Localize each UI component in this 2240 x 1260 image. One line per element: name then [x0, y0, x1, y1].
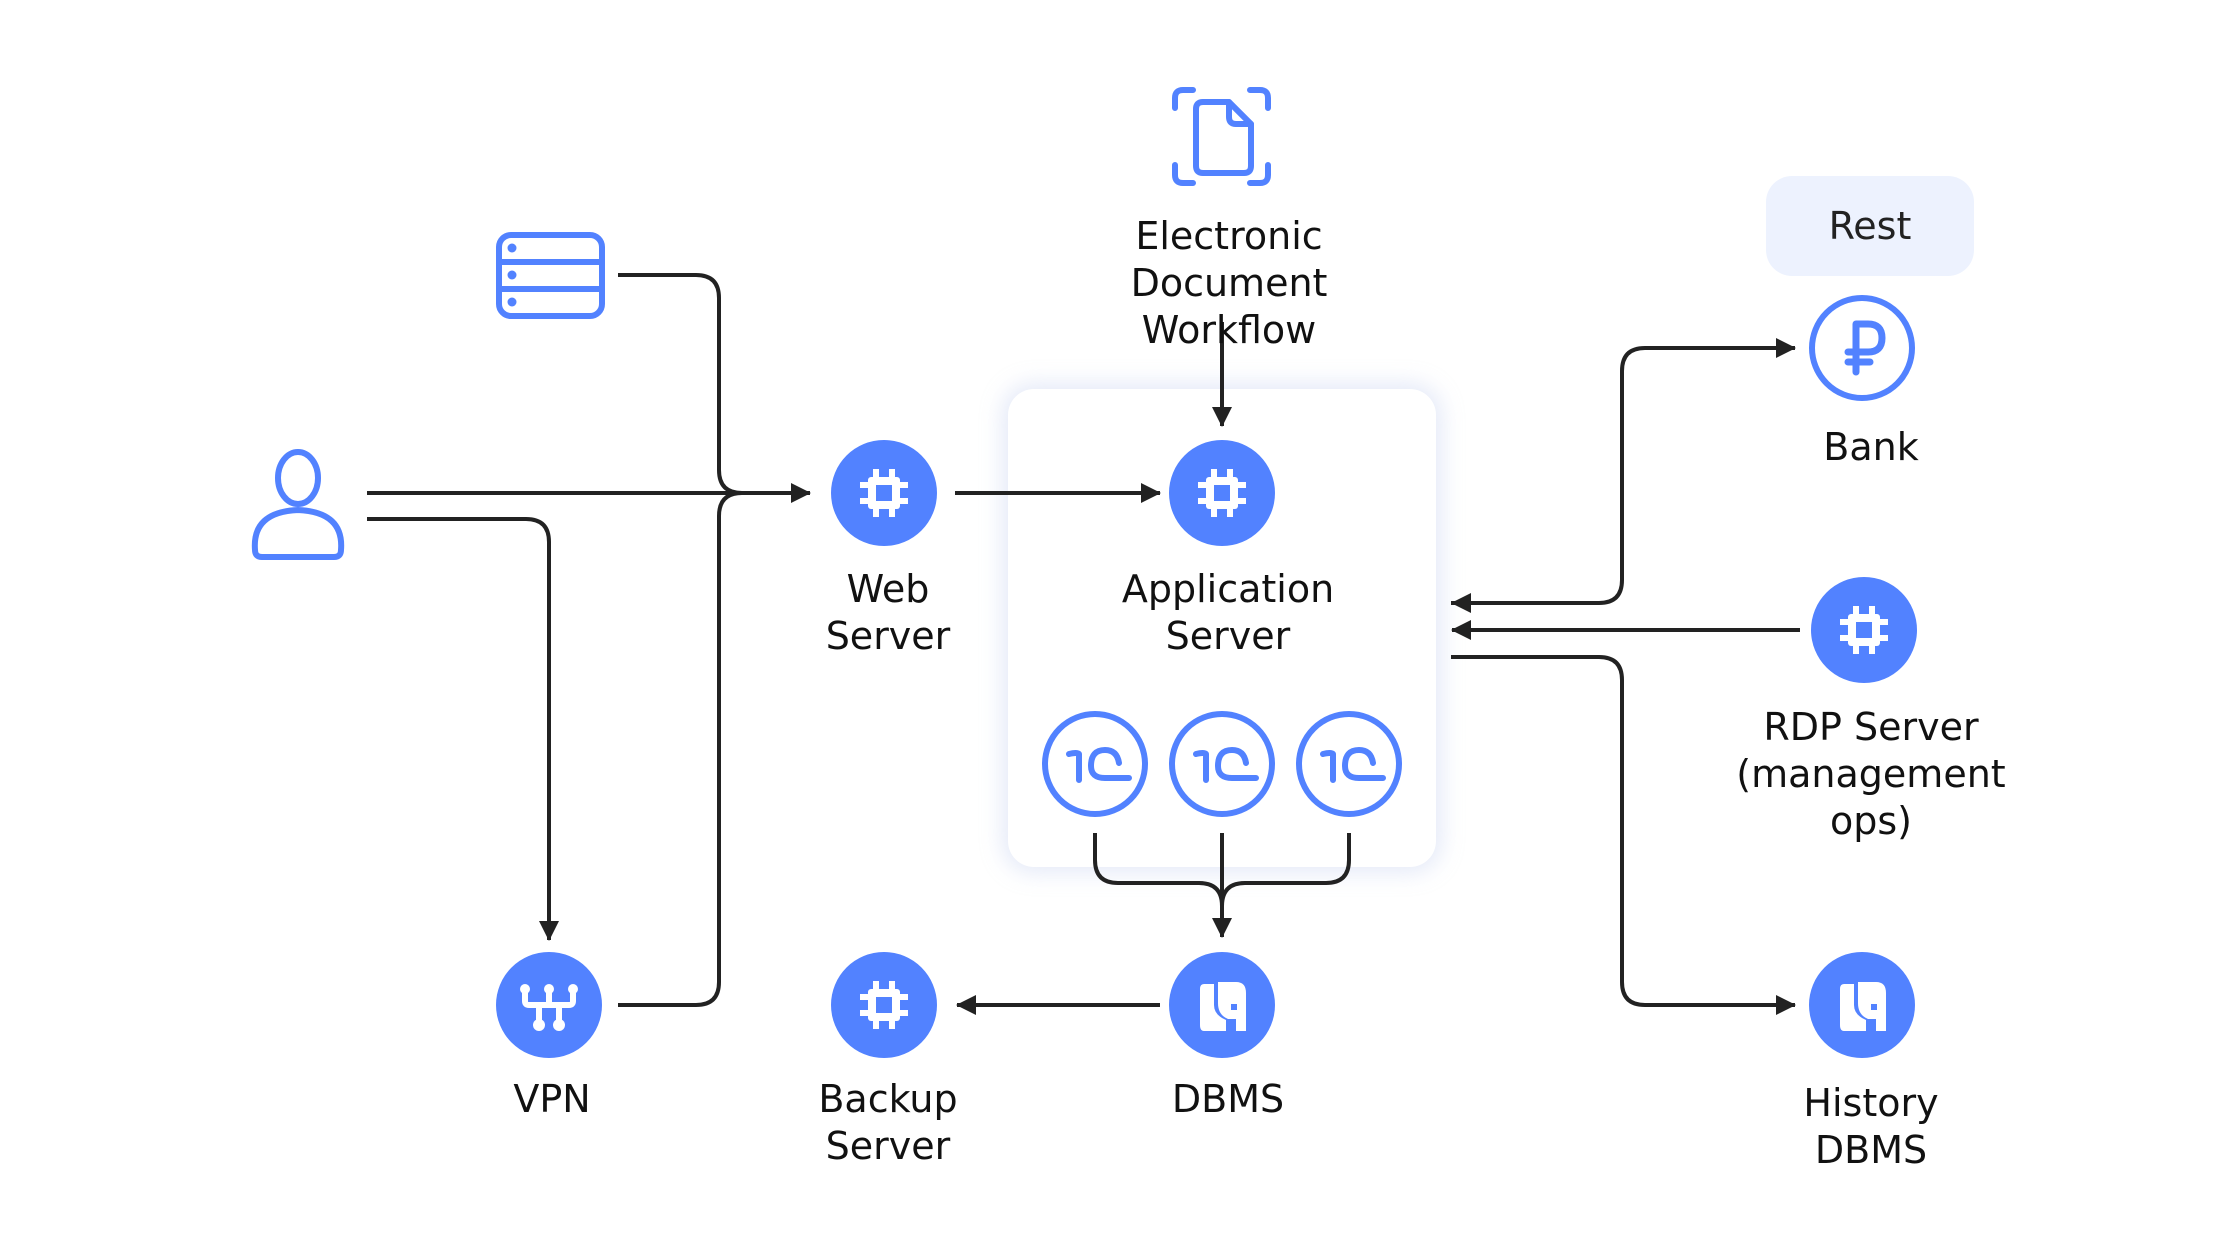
- label-line: Application: [1121, 567, 1335, 611]
- label-line: History: [1803, 1081, 1939, 1125]
- 1c-logo-icon: [1045, 714, 1145, 814]
- history-dbms-label: History DBMS: [1803, 1080, 1938, 1174]
- 1c-logo-icon: [1172, 714, 1272, 814]
- edge-onec-1-to-dbms: [1093, 833, 1224, 907]
- label-line: Bank: [1823, 425, 1919, 469]
- architecture-diagram: [251, 87, 1917, 1058]
- backup-server-label: Backup Server: [818, 1076, 957, 1170]
- elephant-db-icon: [1840, 982, 1886, 1031]
- onec-node-1[interactable]: [1045, 714, 1145, 814]
- web-server-label: Web Server: [826, 566, 951, 660]
- edge-storage-to-web-server: [618, 273, 743, 495]
- vpn-node[interactable]: [496, 952, 602, 1058]
- edw-label: Electronic Document Workflow: [1131, 213, 1328, 354]
- label-line: Workflow: [1141, 308, 1317, 352]
- user-icon[interactable]: [251, 449, 345, 560]
- label-line: Electronic: [1135, 214, 1323, 258]
- onec-node-2[interactable]: [1172, 714, 1272, 814]
- edge-onec-3-to-dbms: [1220, 833, 1351, 907]
- label-line: Server: [825, 1124, 951, 1168]
- label-line: (management: [1736, 752, 2006, 796]
- bank-node[interactable]: [1809, 295, 1915, 401]
- elephant-db-icon: [1200, 982, 1246, 1031]
- backup-server-node[interactable]: [831, 952, 937, 1058]
- label-line: DBMS: [1814, 1128, 1928, 1172]
- 1c-logo-icon: [1299, 714, 1399, 814]
- label-line: VPN: [513, 1077, 591, 1121]
- dbms-node[interactable]: [1169, 952, 1275, 1058]
- edge-vpn-to-web-server: [618, 491, 743, 1007]
- edges: [367, 273, 1800, 1015]
- label-line: Server: [825, 614, 951, 658]
- label-line: Document: [1130, 261, 1328, 305]
- label-line: RDP Server: [1763, 705, 1979, 749]
- storage-server-icon[interactable]: [496, 232, 605, 319]
- bank-label: Bank: [1823, 424, 1918, 471]
- onec-node-3[interactable]: [1299, 714, 1399, 814]
- edge-user-to-vpn: [367, 517, 559, 941]
- label-line: Web: [846, 567, 930, 611]
- rdp-server-label: RDP Server (management ops): [1736, 704, 2005, 845]
- label-line: ops): [1829, 799, 1912, 843]
- application-server-node[interactable]: [1169, 440, 1275, 546]
- dbms-label: DBMS: [1172, 1076, 1284, 1123]
- history-dbms-node[interactable]: [1809, 952, 1915, 1058]
- web-server-node[interactable]: [831, 440, 937, 546]
- edge-app-to-bank: [1451, 338, 1796, 605]
- vpn-label: VPN: [513, 1076, 590, 1123]
- label-line: DBMS: [1171, 1077, 1285, 1121]
- label-line: Server: [1165, 614, 1291, 658]
- document-scan-icon[interactable]: [1172, 87, 1271, 186]
- label-line: Backup: [818, 1077, 958, 1121]
- rdp-server-node[interactable]: [1811, 577, 1917, 683]
- application-server-label: Application Server: [1122, 566, 1334, 660]
